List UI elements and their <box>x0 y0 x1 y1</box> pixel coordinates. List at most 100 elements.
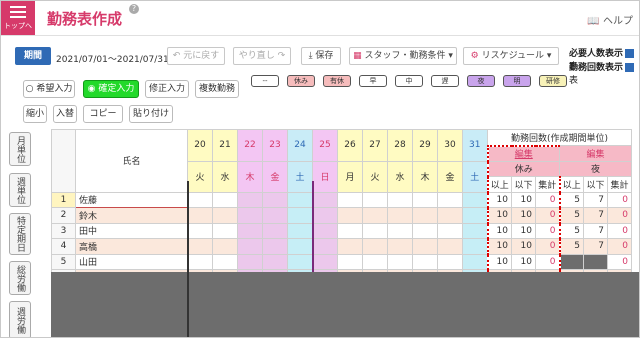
shift-cell[interactable] <box>412 253 438 270</box>
count-cell[interactable]: 7 <box>583 191 608 208</box>
shift-cell[interactable] <box>312 207 338 224</box>
shift-cell[interactable] <box>237 207 263 224</box>
shift-cell[interactable] <box>212 253 238 270</box>
weekly-unit-tab[interactable]: 週単位 <box>9 173 31 207</box>
count-cell[interactable]: 7 <box>583 238 608 255</box>
shift-cell[interactable] <box>312 238 338 255</box>
shift-cell[interactable] <box>187 222 213 239</box>
staff-name[interactable]: 高橋 <box>75 238 188 255</box>
shift-chip-paid[interactable]: 有休 <box>323 75 351 87</box>
count-cell[interactable]: 0 <box>607 238 632 255</box>
count-cell[interactable]: 0 <box>535 207 561 224</box>
count-cell[interactable]: 10 <box>486 253 512 270</box>
count-cell[interactable]: 10 <box>511 191 536 208</box>
shift-cell[interactable] <box>262 222 288 239</box>
shift-cell[interactable] <box>212 191 238 208</box>
monthly-unit-tab[interactable]: 月単位 <box>9 132 31 166</box>
shift-cell[interactable] <box>387 253 413 270</box>
shift-cell[interactable] <box>462 222 488 239</box>
shift-cell[interactable] <box>362 238 388 255</box>
shift-cell[interactable] <box>312 191 338 208</box>
shift-chip-night[interactable]: 夜 <box>467 75 495 87</box>
copy-button[interactable]: コピー <box>83 105 123 123</box>
shift-cell[interactable] <box>187 238 213 255</box>
help-question-icon[interactable]: ? <box>129 4 139 14</box>
wish-input-button[interactable]: ○ 希望入力 <box>23 80 75 98</box>
shift-chip-off[interactable]: 休み <box>287 75 315 87</box>
total-labor-tab[interactable]: 総労働 <box>9 261 31 295</box>
shift-cell[interactable] <box>187 207 213 224</box>
shift-cell[interactable] <box>412 207 438 224</box>
staff-name[interactable]: 山田 <box>75 253 188 270</box>
count-cell[interactable]: 0 <box>607 207 632 224</box>
count-cell[interactable]: 10 <box>511 238 536 255</box>
shift-cell[interactable] <box>462 191 488 208</box>
count-cell[interactable]: 10 <box>486 222 512 239</box>
swap-button[interactable]: 入替 <box>53 105 77 123</box>
shift-cell[interactable] <box>337 222 363 239</box>
shift-cell[interactable] <box>187 253 213 270</box>
count-cell[interactable]: 10 <box>511 222 536 239</box>
reschedule-button[interactable]: ⚙ リスケジュール ▾ <box>463 47 559 65</box>
shift-cell[interactable] <box>412 238 438 255</box>
help-link[interactable]: 📖 ヘルプ <box>587 12 633 27</box>
shift-cell[interactable] <box>237 191 263 208</box>
shift-cell[interactable] <box>262 191 288 208</box>
shift-cell[interactable] <box>312 253 338 270</box>
shift-cell[interactable] <box>362 222 388 239</box>
count-cell[interactable]: 10 <box>511 253 536 270</box>
shift-cell[interactable] <box>462 207 488 224</box>
count-cell[interactable]: 7 <box>583 207 608 224</box>
shift-cell[interactable] <box>362 207 388 224</box>
shift-chip-early[interactable]: 早 <box>359 75 387 87</box>
staff-name[interactable]: 鈴木 <box>75 207 188 224</box>
count-toggle[interactable]: 勤務回数表示 表 <box>569 60 639 86</box>
checkbox-checked-icon[interactable] <box>625 63 635 72</box>
count-cell[interactable]: 0 <box>607 191 632 208</box>
count-cell[interactable]: 10 <box>486 207 512 224</box>
paste-button[interactable]: 貼り付け <box>129 105 173 123</box>
staff-condition-button[interactable]: ▦ スタッフ・勤務条件 ▾ <box>349 47 457 65</box>
shift-cell[interactable] <box>187 191 213 208</box>
shift-cell[interactable] <box>462 238 488 255</box>
period-button[interactable]: 期間 <box>15 47 51 65</box>
shift-chip-after[interactable]: 明 <box>503 75 531 87</box>
shift-cell[interactable] <box>412 191 438 208</box>
count-cell[interactable]: 10 <box>486 238 512 255</box>
count-cell[interactable]: 10 <box>511 207 536 224</box>
count-cell[interactable]: 0 <box>535 222 561 239</box>
undo-button[interactable]: ↶ 元に戻す <box>167 47 225 65</box>
specific-date-tab[interactable]: 特定期日 <box>9 213 31 255</box>
shift-cell[interactable] <box>337 238 363 255</box>
edit-link-night[interactable]: 編集 <box>559 145 632 162</box>
count-cell[interactable] <box>559 253 584 270</box>
count-cell[interactable]: 0 <box>607 222 632 239</box>
count-cell[interactable]: 5 <box>559 191 584 208</box>
shift-cell[interactable] <box>237 238 263 255</box>
count-cell[interactable]: 7 <box>583 222 608 239</box>
shift-cell[interactable] <box>337 191 363 208</box>
shift-cell[interactable] <box>387 238 413 255</box>
shift-cell[interactable] <box>287 191 313 208</box>
shift-cell[interactable] <box>437 253 463 270</box>
confirm-input-button[interactable]: ◉ 確定入力 <box>83 80 139 98</box>
count-cell[interactable]: 5 <box>559 222 584 239</box>
count-cell[interactable]: 0 <box>535 191 561 208</box>
shift-cell[interactable] <box>287 222 313 239</box>
shift-cell[interactable] <box>237 253 263 270</box>
shift-cell[interactable] <box>387 191 413 208</box>
save-button[interactable]: ⤓ 保存 <box>301 47 341 65</box>
shift-cell[interactable] <box>437 238 463 255</box>
shift-cell[interactable] <box>362 191 388 208</box>
shift-cell[interactable] <box>362 253 388 270</box>
count-cell[interactable]: 10 <box>486 191 512 208</box>
count-cell[interactable]: 0 <box>535 238 561 255</box>
count-cell[interactable] <box>583 253 608 270</box>
shift-cell[interactable] <box>437 207 463 224</box>
multi-shift-button[interactable]: 複数勤務 <box>195 80 239 98</box>
shift-cell[interactable] <box>387 222 413 239</box>
staff-name[interactable]: 田中 <box>75 222 188 239</box>
count-cell[interactable]: 5 <box>559 207 584 224</box>
shrink-button[interactable]: 縮小 <box>23 105 47 123</box>
shift-cell[interactable] <box>387 207 413 224</box>
